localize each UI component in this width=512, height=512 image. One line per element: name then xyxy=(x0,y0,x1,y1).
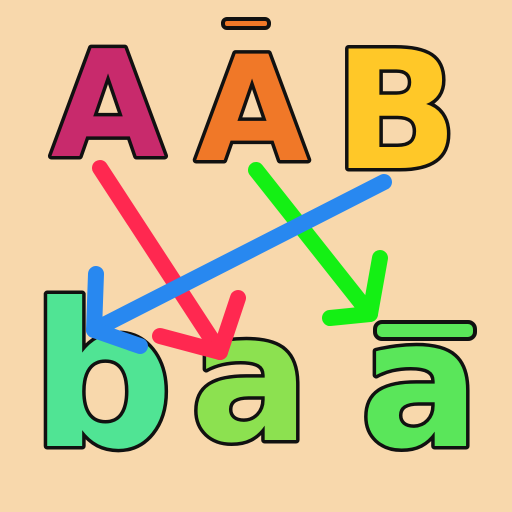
letter-matching-scene: A A B b a a xyxy=(0,0,512,512)
uppercase-a[interactable]: A xyxy=(47,16,169,195)
lowercase-a[interactable]: a xyxy=(186,272,313,486)
uppercase-b[interactable]: B xyxy=(330,13,462,211)
